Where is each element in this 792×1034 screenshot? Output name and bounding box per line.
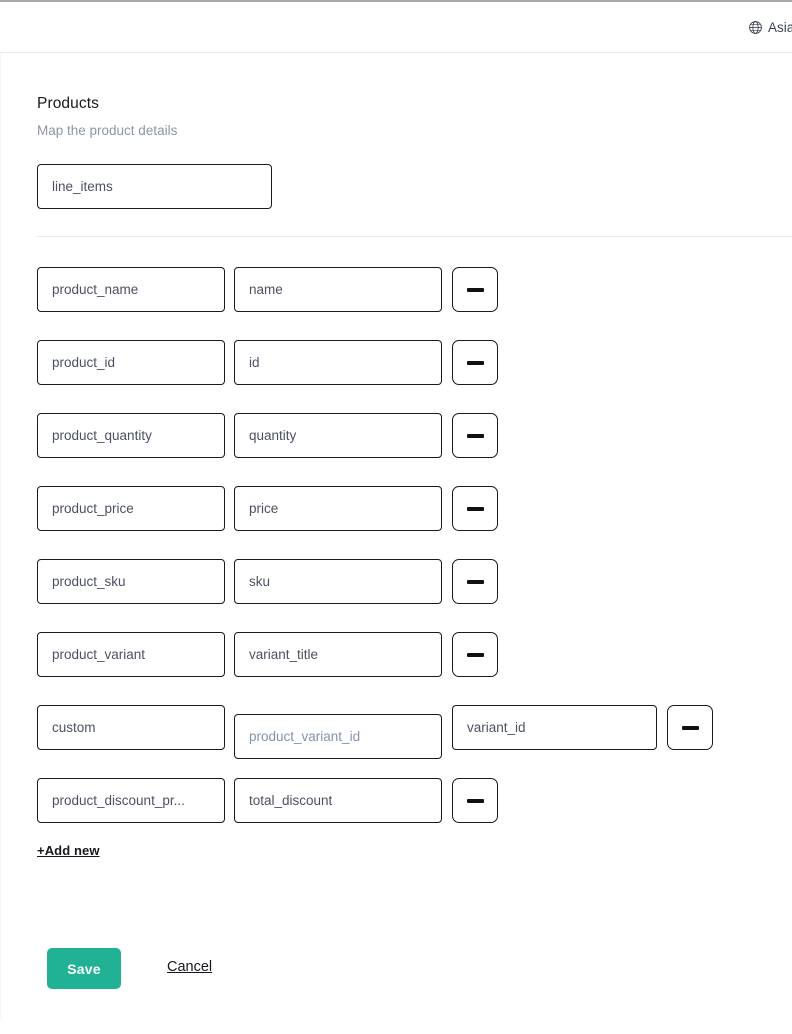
- minus-icon: [466, 360, 484, 365]
- source-field-input[interactable]: product_id: [37, 340, 225, 385]
- table-row: product_discount_pr... total_discount: [1, 778, 792, 826]
- products-mapping-card: Products Map the product details line_it…: [0, 54, 792, 1024]
- target-field-input[interactable]: variant_title: [234, 632, 442, 677]
- table-row: product_quantity quantity: [1, 413, 792, 461]
- cancel-link[interactable]: Cancel: [167, 959, 212, 975]
- source-field-input[interactable]: product_discount_pr...: [37, 778, 225, 823]
- source-field-input[interactable]: product_sku: [37, 559, 225, 604]
- source-field-input[interactable]: product_quantity: [37, 413, 225, 458]
- minus-icon: [466, 579, 484, 584]
- target-field-input[interactable]: product_variant_id: [234, 714, 442, 759]
- target-field-input[interactable]: sku: [234, 559, 442, 604]
- globe-icon: [749, 20, 762, 34]
- remove-row-button[interactable]: [452, 559, 498, 604]
- minus-icon: [466, 433, 484, 438]
- app-header: Asia/: [0, 2, 792, 53]
- source-field-input[interactable]: custom: [37, 705, 225, 750]
- remove-row-button[interactable]: [452, 632, 498, 677]
- minus-icon: [466, 798, 484, 803]
- table-row: custom product_variant_id variant_id: [1, 705, 792, 759]
- minus-icon: [466, 506, 484, 511]
- root-object-input[interactable]: line_items: [37, 164, 272, 209]
- timezone-indicator[interactable]: Asia/: [748, 20, 792, 35]
- remove-row-button[interactable]: [452, 340, 498, 385]
- save-button[interactable]: Save: [47, 948, 121, 989]
- minus-icon: [681, 725, 699, 730]
- section-divider: [37, 236, 792, 237]
- target-field-input[interactable]: id: [234, 340, 442, 385]
- target-field-input[interactable]: name: [234, 267, 442, 312]
- timezone-label: Asia/: [767, 19, 792, 35]
- remove-row-button[interactable]: [452, 413, 498, 458]
- target-field-input[interactable]: price: [234, 486, 442, 531]
- minus-icon: [466, 652, 484, 657]
- source-field-input[interactable]: product_price: [37, 486, 225, 531]
- extra-field-input[interactable]: variant_id: [452, 705, 657, 750]
- source-field-input[interactable]: product_name: [37, 267, 225, 312]
- source-field-input[interactable]: product_variant: [37, 632, 225, 677]
- table-row: product_price price: [1, 486, 792, 534]
- table-row: product_id id: [1, 340, 792, 388]
- remove-row-button[interactable]: [452, 267, 498, 312]
- target-field-input[interactable]: total_discount: [234, 778, 442, 823]
- add-new-link[interactable]: +Add new: [37, 843, 100, 858]
- table-row: product_name name: [1, 267, 792, 315]
- page-title: Products: [37, 95, 99, 112]
- remove-row-button[interactable]: [452, 486, 498, 531]
- target-field-input[interactable]: quantity: [234, 413, 442, 458]
- table-row: product_variant variant_title: [1, 632, 792, 680]
- page-subtitle: Map the product details: [37, 123, 178, 138]
- page-root: Asia/ Products Map the product details l…: [0, 0, 792, 1034]
- remove-row-button[interactable]: [667, 705, 713, 750]
- table-row: product_sku sku: [1, 559, 792, 607]
- remove-row-button[interactable]: [452, 778, 498, 823]
- minus-icon: [466, 287, 484, 292]
